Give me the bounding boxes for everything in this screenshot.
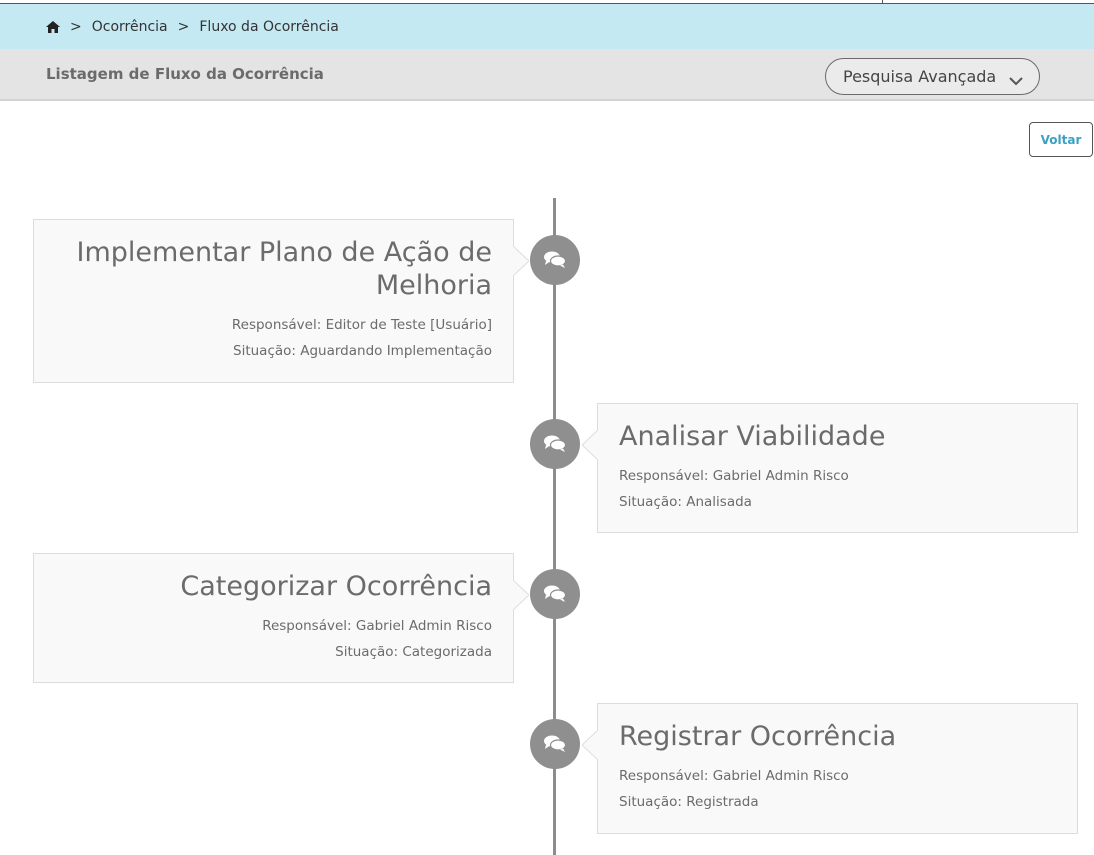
card-pointer	[582, 730, 598, 760]
card-situacao: Situação: Analisada	[619, 494, 752, 510]
home-icon[interactable]	[46, 20, 60, 33]
timeline-node	[530, 719, 580, 769]
card-responsavel: Responsável: Editor de Teste [Usuário]	[231, 317, 492, 333]
timeline-node	[530, 235, 580, 285]
timeline-card: Registrar Ocorrência Responsável: Gabrie…	[582, 703, 1078, 834]
advanced-search-label: Pesquisa Avançada	[843, 67, 997, 86]
card-responsavel: Responsável: Gabriel Admin Risco	[619, 768, 849, 784]
advanced-search-button[interactable]: Pesquisa Avançada	[825, 58, 1040, 95]
card-pointer	[582, 430, 598, 460]
breadcrumb-separator: >	[70, 18, 82, 35]
card-title: Registrar Ocorrência	[619, 721, 897, 752]
timeline-node	[530, 419, 580, 469]
card-situacao: Situação: Aguardando Implementação	[233, 343, 492, 359]
page-header: Listagem de Fluxo da Ocorrência Pesquisa…	[0, 49, 1094, 101]
breadcrumb-item-fluxo[interactable]: Fluxo da Ocorrência	[199, 19, 339, 35]
comments-icon	[544, 251, 566, 268]
page-title: Listagem de Fluxo da Ocorrência	[46, 65, 324, 83]
timeline-card: Implementar Plano de Ação de Melhoria Re…	[33, 219, 529, 383]
card-responsavel: Responsável: Gabriel Admin Risco	[262, 618, 492, 634]
timeline-node	[530, 569, 580, 619]
timeline-card: Categorizar Ocorrência Responsável: Gabr…	[33, 553, 529, 683]
comments-icon	[544, 435, 566, 452]
chevron-down-icon	[1009, 71, 1023, 86]
breadcrumb-item-ocorrencia[interactable]: Ocorrência	[92, 19, 168, 35]
card-pointer	[513, 580, 529, 610]
comments-icon	[544, 735, 566, 752]
breadcrumb-separator: >	[177, 18, 190, 35]
card-title: Implementar Plano de Ação de Melhoria	[76, 237, 492, 301]
card-pointer	[513, 246, 529, 276]
breadcrumb: > Ocorrência > Fluxo da Ocorrência	[0, 4, 1094, 49]
card-title: Analisar Viabilidade	[619, 421, 886, 452]
card-title: Categorizar Ocorrência	[180, 571, 492, 602]
timeline-card: Analisar Viabilidade Responsável: Gabrie…	[582, 403, 1078, 533]
back-button[interactable]: Voltar	[1029, 122, 1093, 157]
card-situacao: Situação: Categorizada	[335, 644, 492, 660]
card-responsavel: Responsável: Gabriel Admin Risco	[619, 468, 849, 484]
comments-icon	[544, 585, 566, 602]
card-situacao: Situação: Registrada	[619, 794, 759, 810]
